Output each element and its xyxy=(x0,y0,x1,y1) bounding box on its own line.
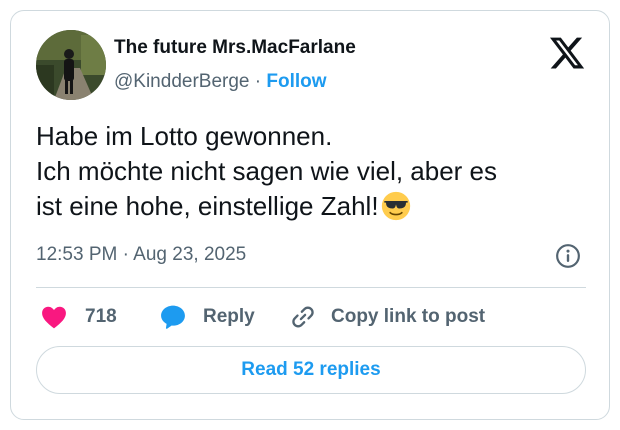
reply-label: Reply xyxy=(203,306,255,327)
copy-link-label: Copy link to post xyxy=(331,306,486,327)
reply-bubble-icon xyxy=(161,305,185,329)
reply-button[interactable]: Reply xyxy=(159,301,255,333)
author-display-name[interactable]: The future Mrs.MacFarlane xyxy=(114,37,356,59)
follow-button[interactable]: Follow xyxy=(266,71,326,92)
tweet-text-line: Ich möchte nicht sagen wie viel, aber es xyxy=(36,156,498,186)
x-logo-icon[interactable] xyxy=(548,34,586,72)
author-handle-row: @KindderBerge · Follow xyxy=(114,71,327,93)
tweet-timestamp[interactable]: 12:53 PM · Aug 23, 2025 xyxy=(36,244,246,266)
read-replies-button[interactable]: Read 52 replies xyxy=(36,346,586,394)
sunglasses-emoji-icon xyxy=(381,191,410,221)
divider xyxy=(36,287,586,288)
author-handle[interactable]: @KindderBerge xyxy=(114,71,249,92)
tweet-text: Habe im Lotto gewonnen. Ich möchte nicht… xyxy=(36,119,596,224)
info-icon[interactable] xyxy=(555,243,581,269)
tweet-text-line: Habe im Lotto gewonnen. xyxy=(36,121,333,151)
like-count: 718 xyxy=(85,306,117,327)
like-button[interactable]: 718 xyxy=(41,301,117,333)
separator-dot: · xyxy=(254,71,262,92)
heart-icon xyxy=(42,306,66,329)
avatar[interactable] xyxy=(36,30,106,100)
copy-link-button[interactable]: Copy link to post xyxy=(289,301,485,333)
link-icon xyxy=(292,306,314,328)
tweet-text-line-content: ist eine hohe, einstellige Zahl! xyxy=(36,191,379,221)
tweet-text-line-last: ist eine hohe, einstellige Zahl! xyxy=(36,189,596,224)
tweet-card: The future Mrs.MacFarlane @KindderBerge … xyxy=(10,10,610,420)
action-bar: 718 Reply Copy link to post xyxy=(36,301,596,333)
read-replies-label: Read 52 replies xyxy=(241,359,381,380)
